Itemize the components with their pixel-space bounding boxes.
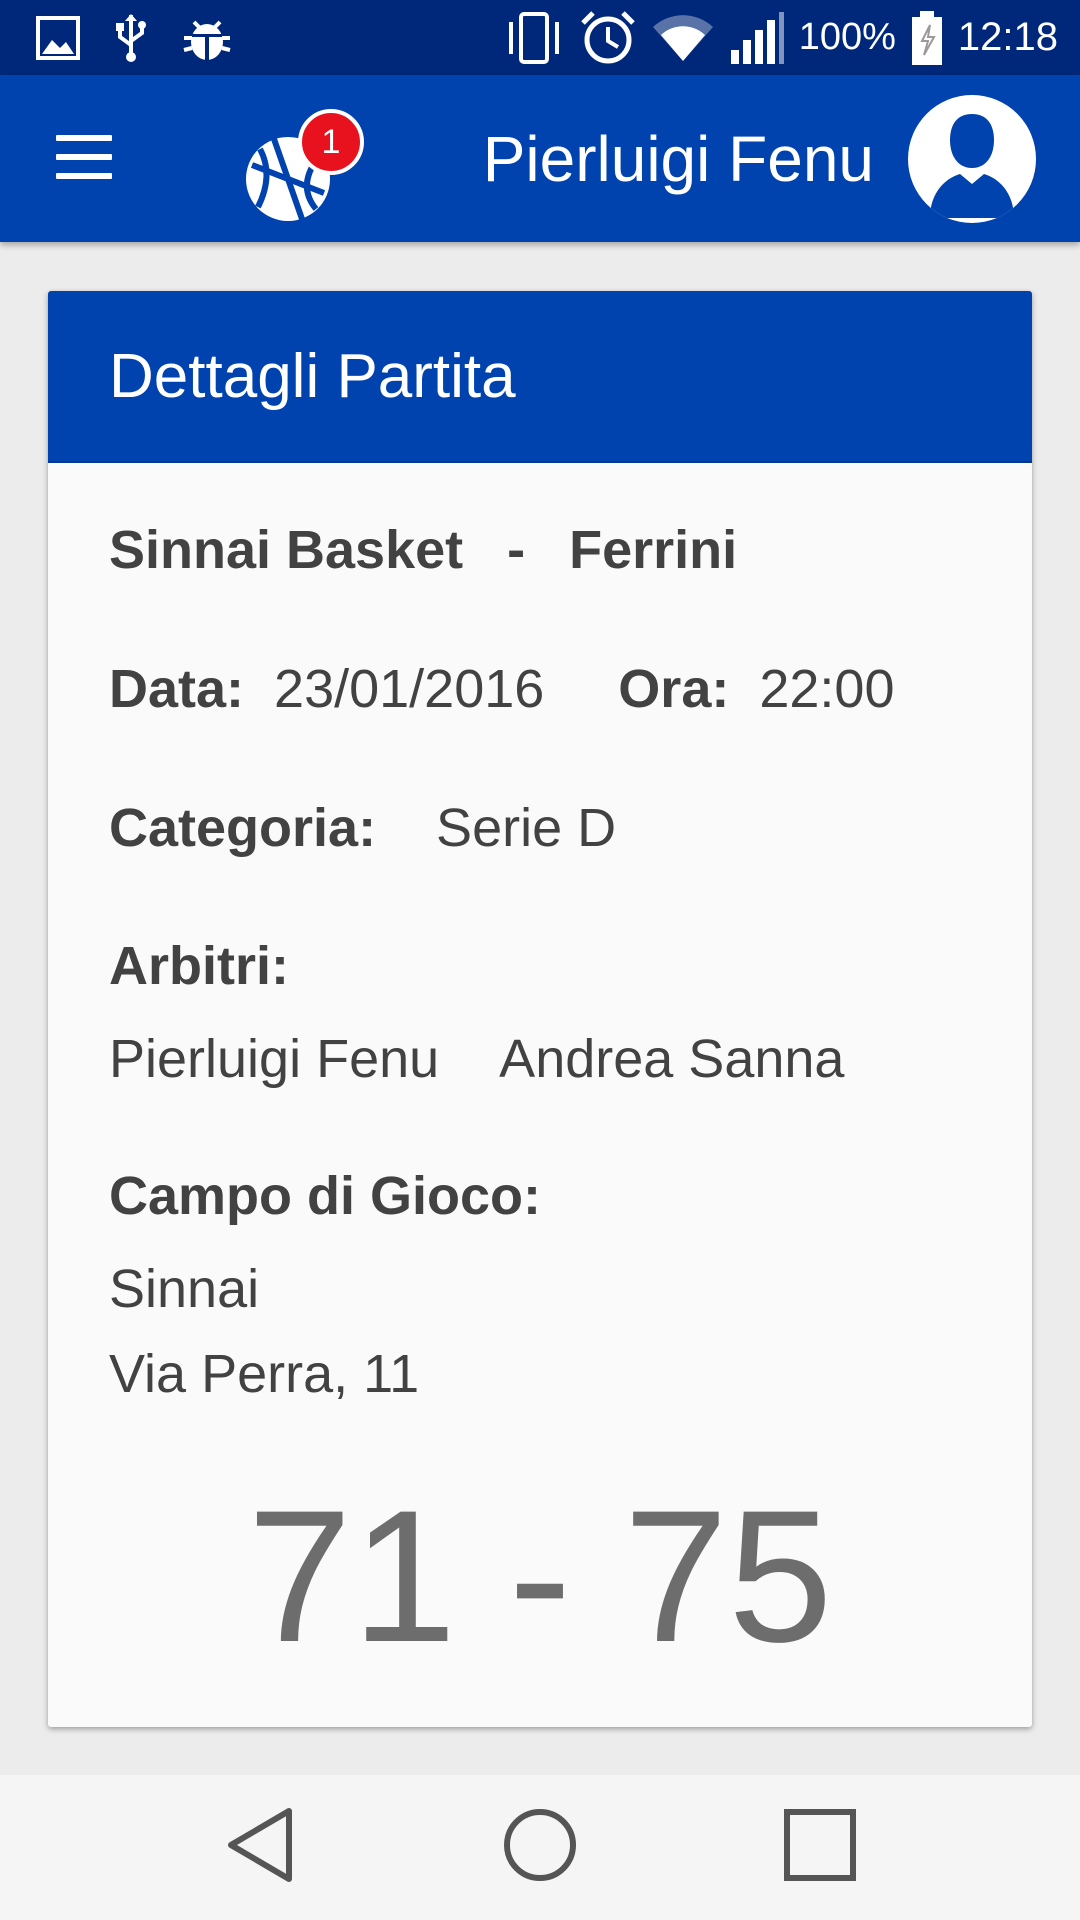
status-left-icons [36,13,266,63]
category-row: Categoria: Serie D [109,797,616,859]
venue-address: Via Perra, 11 [109,1344,420,1404]
category-label: Categoria: [109,798,377,858]
clock: 12:18 [957,15,1058,59]
teams-row: Sinnai Basket - Ferrini [109,519,737,581]
status-bar: 100% 12:18 [0,0,1080,75]
status-right-icons: 100% 12:18 [489,9,1058,67]
menu-icon[interactable] [46,127,126,187]
wifi-icon [651,13,715,63]
image-icon [36,15,80,60]
category-value: Serie D [436,798,617,858]
final-score: 71 - 75 [247,1471,833,1681]
venue-city: Sinnai [109,1259,260,1319]
home-team: Sinnai Basket [109,520,464,580]
time-label: Ora: [618,659,730,719]
referees-list: Pierluigi Fenu Andrea Sanna [109,1028,844,1090]
date-label: Data: [109,659,245,719]
date-time-row: Data: 23/01/2016 Ora: 22:00 [109,658,894,720]
date-value: 23/01/2016 [274,659,545,719]
home-icon [502,1807,578,1888]
user-name: Pierluigi Fenu [482,122,874,195]
recents-icon [782,1807,858,1888]
signal-icon [729,10,785,66]
alarm-icon [579,9,637,67]
back-button[interactable] [215,1803,305,1893]
notification-badge: 1 [298,109,364,175]
battery-percent: 100% [798,16,896,58]
usb-icon [114,13,148,63]
notifications-button[interactable]: 1 [244,109,364,231]
app-bar: 1 Pierluigi Fenu [0,75,1080,242]
home-button[interactable] [495,1803,585,1893]
user-icon [922,108,1022,223]
bug-icon [182,14,232,62]
battery-icon [910,9,944,67]
time-value: 22:00 [759,659,895,719]
recents-button[interactable] [775,1803,865,1893]
away-team: Ferrini [569,520,738,580]
referee-name: Andrea Sanna [499,1029,845,1089]
referee-name: Pierluigi Fenu [109,1029,440,1089]
vibrate-icon [503,10,565,66]
teams-separator: - [507,520,526,580]
card-title: Dettagli Partita [48,291,1032,463]
navigation-bar [0,1775,1080,1920]
referees-label: Arbitri: [109,936,289,996]
avatar[interactable] [908,95,1036,223]
match-details-card: Dettagli Partita Sinnai Basket - Ferrini D… [48,291,1032,1727]
venue-label: Campo di Gioco: [109,1166,541,1226]
back-icon [225,1807,295,1888]
